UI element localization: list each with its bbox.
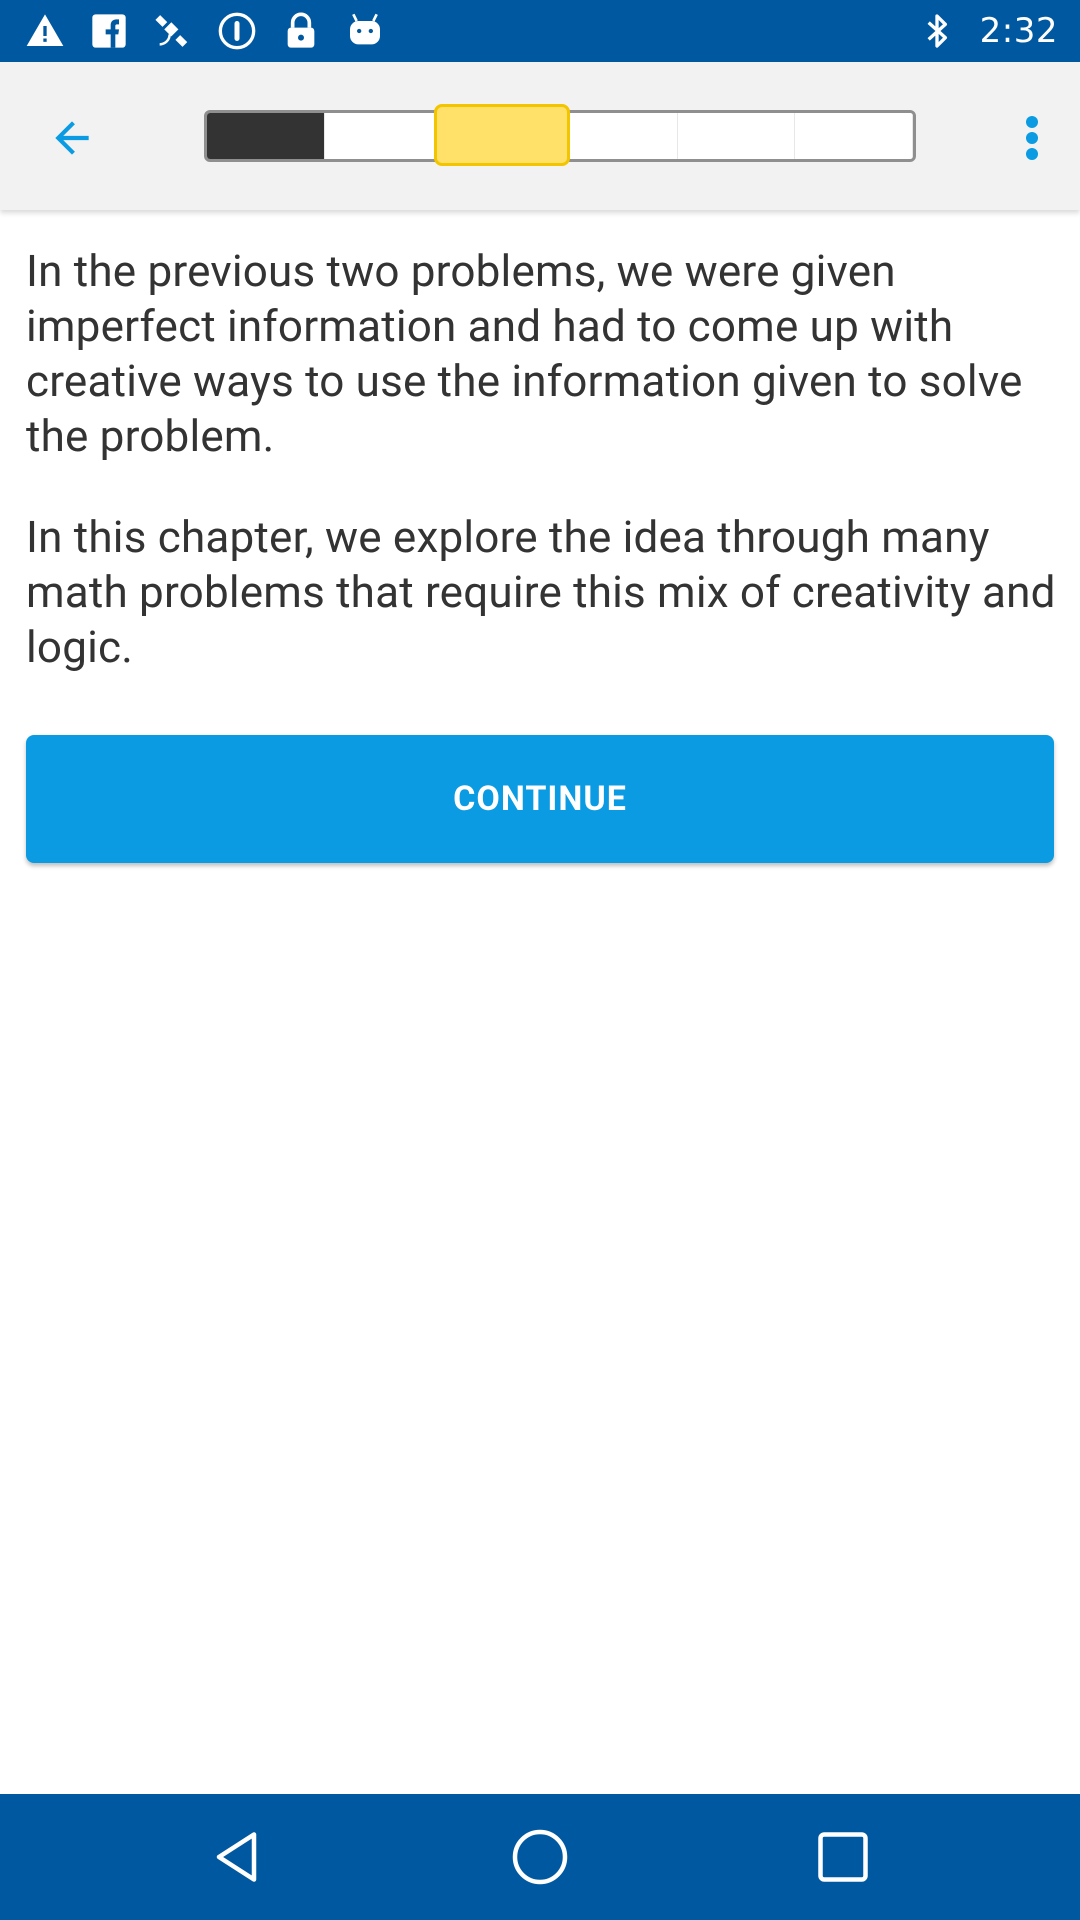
continue-button[interactable]: CONTINUE <box>26 735 1054 863</box>
warning-icon <box>24 10 66 52</box>
more-options-button[interactable] <box>1002 106 1062 170</box>
lesson-paragraph: In this chapter, we explore the idea thr… <box>26 511 1056 673</box>
progress-segment <box>795 113 913 159</box>
status-bar: 2:32 <box>0 0 1080 62</box>
progress-segment <box>677 113 796 159</box>
lesson-paragraph: In the previous two problems, we were gi… <box>26 245 1023 462</box>
back-triangle-icon <box>216 1832 257 1882</box>
info-circle-icon <box>216 10 258 52</box>
home-circle-icon <box>512 1829 568 1885</box>
satellite-icon <box>152 10 194 52</box>
nav-back-button[interactable] <box>204 1822 274 1892</box>
back-button[interactable] <box>40 106 104 170</box>
status-time: 2:32 <box>979 11 1058 51</box>
android-icon <box>344 10 386 52</box>
nav-recents-button[interactable] <box>808 1822 878 1892</box>
progress-segment <box>324 113 443 159</box>
status-bar-system: 2:32 <box>916 8 1058 54</box>
bluetooth-icon <box>916 10 958 52</box>
lesson-content: In the previous two problems, we were gi… <box>26 244 1056 675</box>
lock-icon <box>280 10 322 52</box>
navigation-bar <box>0 1794 1080 1920</box>
facebook-icon <box>88 10 130 52</box>
status-bar-notifications <box>24 8 386 54</box>
more-vert-icon <box>1026 116 1038 160</box>
arrow-back-icon <box>55 121 89 155</box>
recents-square-icon <box>818 1832 868 1882</box>
progress-segment <box>207 113 325 159</box>
progress-segment <box>560 113 678 159</box>
nav-home-button[interactable] <box>505 1822 575 1892</box>
progress-current-segment <box>434 104 570 166</box>
